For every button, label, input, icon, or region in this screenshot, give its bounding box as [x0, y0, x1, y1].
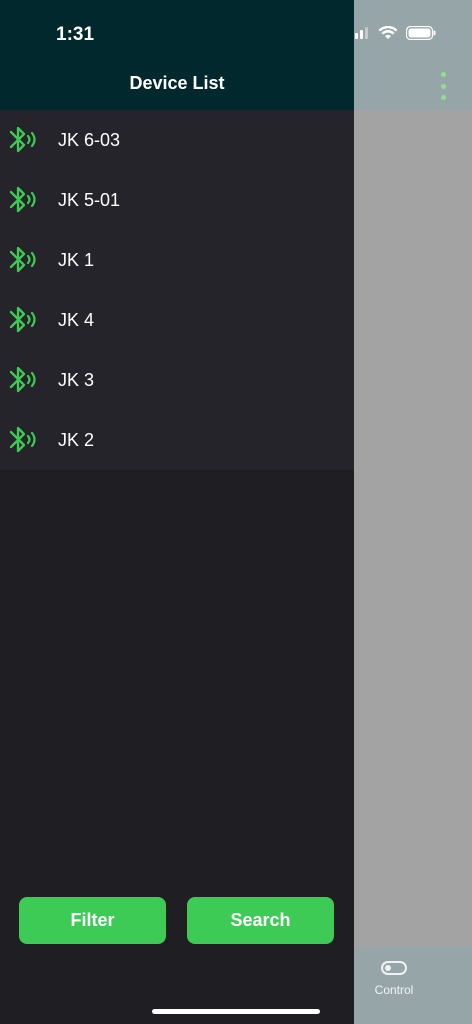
search-button[interactable]: Search [187, 897, 334, 944]
home-indicator[interactable] [152, 1009, 320, 1014]
device-list: JK 6-03 JK 5-01 JK 1 JK 4 JK 3 JK 2 [0, 110, 354, 470]
background-tab-bar: Control [354, 947, 472, 1024]
drawer-header: 1:31 Device List [0, 0, 354, 110]
device-name: JK 5-01 [58, 190, 121, 210]
device-row[interactable]: JK 6-03 [0, 110, 354, 170]
device-name: JK 2 [58, 430, 95, 450]
wifi-icon [378, 26, 398, 39]
device-row[interactable]: JK 5-01 [0, 170, 354, 230]
background-page-overlay[interactable]: Control [354, 0, 472, 1024]
device-name: JK 4 [58, 310, 95, 330]
tab-control-label: Control [374, 983, 414, 997]
device-name: JK 6-03 [58, 130, 121, 150]
tab-control[interactable]: Control [354, 961, 434, 997]
status-time: 1:31 [56, 24, 95, 45]
bluetooth-icon [9, 126, 36, 153]
device-row[interactable]: JK 4 [0, 290, 354, 350]
device-name: JK 3 [58, 370, 95, 390]
device-name: JK 1 [58, 250, 95, 270]
filter-button[interactable]: Filter [19, 897, 166, 944]
device-list-drawer: 1:31 Device List JK 6-03 JK 5-01 JK 1 JK… [0, 0, 354, 1024]
battery-icon [406, 26, 436, 40]
bluetooth-icon [9, 366, 36, 393]
drawer-title: Device List [129, 73, 225, 93]
app-screen: Control 1:31 Device List JK 6-03 JK 5-01… [0, 0, 472, 1024]
more-options-icon[interactable] [438, 72, 448, 100]
bluetooth-icon [9, 186, 36, 213]
toggle-icon [381, 961, 407, 975]
background-header [354, 0, 472, 110]
device-row[interactable]: JK 1 [0, 230, 354, 290]
bluetooth-icon [9, 246, 36, 273]
bluetooth-icon [9, 306, 36, 333]
bluetooth-icon [9, 426, 36, 453]
device-row[interactable]: JK 2 [0, 410, 354, 470]
device-row[interactable]: JK 3 [0, 350, 354, 410]
status-icons [350, 26, 436, 40]
